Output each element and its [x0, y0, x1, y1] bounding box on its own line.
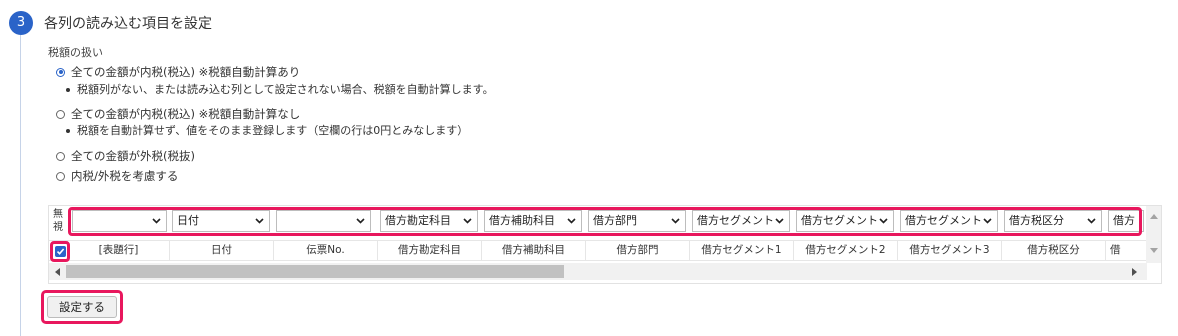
tax-option-consider-both[interactable]: 内税/外税を考慮する — [56, 168, 178, 184]
tax-option-label: 全ての金額が内税(税込) ※税額自動計算あり — [71, 65, 301, 79]
bullet-icon — [66, 129, 70, 133]
column-select-highlight — [68, 207, 1142, 236]
step-number-badge: 3 — [9, 11, 33, 35]
ignore-column-header: 無視 — [53, 209, 63, 233]
scroll-right-icon[interactable] — [1132, 268, 1137, 276]
radio-icon[interactable] — [56, 151, 65, 161]
table-cell: 借 — [1106, 241, 1151, 260]
scroll-left-icon[interactable] — [55, 268, 60, 276]
tax-option-inclusive-no-auto[interactable]: 全ての金額が内税(税込) ※税額自動計算なし — [56, 106, 300, 122]
table-cell: 借方税区分 — [1002, 241, 1106, 260]
set-button-highlight — [41, 290, 123, 324]
radio-icon[interactable] — [56, 109, 65, 119]
table-cell: 借方セグメント2 — [794, 241, 898, 260]
step-title: 各列の読み込む項目を設定 — [44, 16, 212, 32]
vertical-scrollbar[interactable] — [1146, 206, 1161, 263]
table-cell: 日付 — [170, 241, 274, 260]
radio-icon[interactable] — [56, 171, 65, 181]
table-cell: 借方セグメント1 — [690, 241, 794, 260]
table-cell: 借方補助科目 — [482, 241, 586, 260]
tax-option-inclusive-auto[interactable]: 全ての金額が内税(税込) ※税額自動計算あり — [56, 64, 300, 80]
table-cell: [表題行] — [68, 241, 170, 260]
table-cell: 借方セグメント3 — [898, 241, 1002, 260]
checkbox-highlight — [50, 241, 70, 262]
scroll-down-icon[interactable] — [1150, 248, 1158, 253]
tax-option-label: 内税/外税を考慮する — [71, 169, 179, 183]
scroll-thumb[interactable] — [66, 265, 564, 278]
tax-option-label: 全ての金額が内税(税込) ※税額自動計算なし — [71, 107, 301, 121]
tax-handling-label: 税額の扱い — [48, 46, 103, 59]
table-cell: 借方勘定科目 — [378, 241, 482, 260]
tax-option-exclusive[interactable]: 全ての金額が外税(税抜) — [56, 148, 195, 164]
tax-option-note: 税額列がない、または読み込む列として設定されない場合、税額を自動計算します。 — [66, 81, 494, 97]
table-row: [表題行] 日付 伝票No. 借方勘定科目 借方補助科目 借方部門 借方セグメン… — [49, 240, 1151, 261]
radio-icon-checked[interactable] — [56, 67, 65, 77]
tax-option-label: 全ての金額が外税(税抜) — [71, 149, 195, 163]
column-mapping-grid: 無視 日付 借方勘定科目 借方補助科目 借方部門 借方セグメント 借方セグメント… — [48, 205, 1162, 284]
step-connector-line — [20, 35, 21, 336]
tax-option-note: 税額を自動計算せず、値をそのまま登録します（空欄の行は0円とみなします） — [66, 122, 468, 138]
table-cell: 伝票No. — [274, 241, 378, 260]
scroll-up-icon[interactable] — [1150, 214, 1158, 219]
bullet-icon — [66, 88, 70, 92]
table-cell: 借方部門 — [586, 241, 690, 260]
horizontal-scrollbar[interactable] — [49, 263, 1147, 280]
